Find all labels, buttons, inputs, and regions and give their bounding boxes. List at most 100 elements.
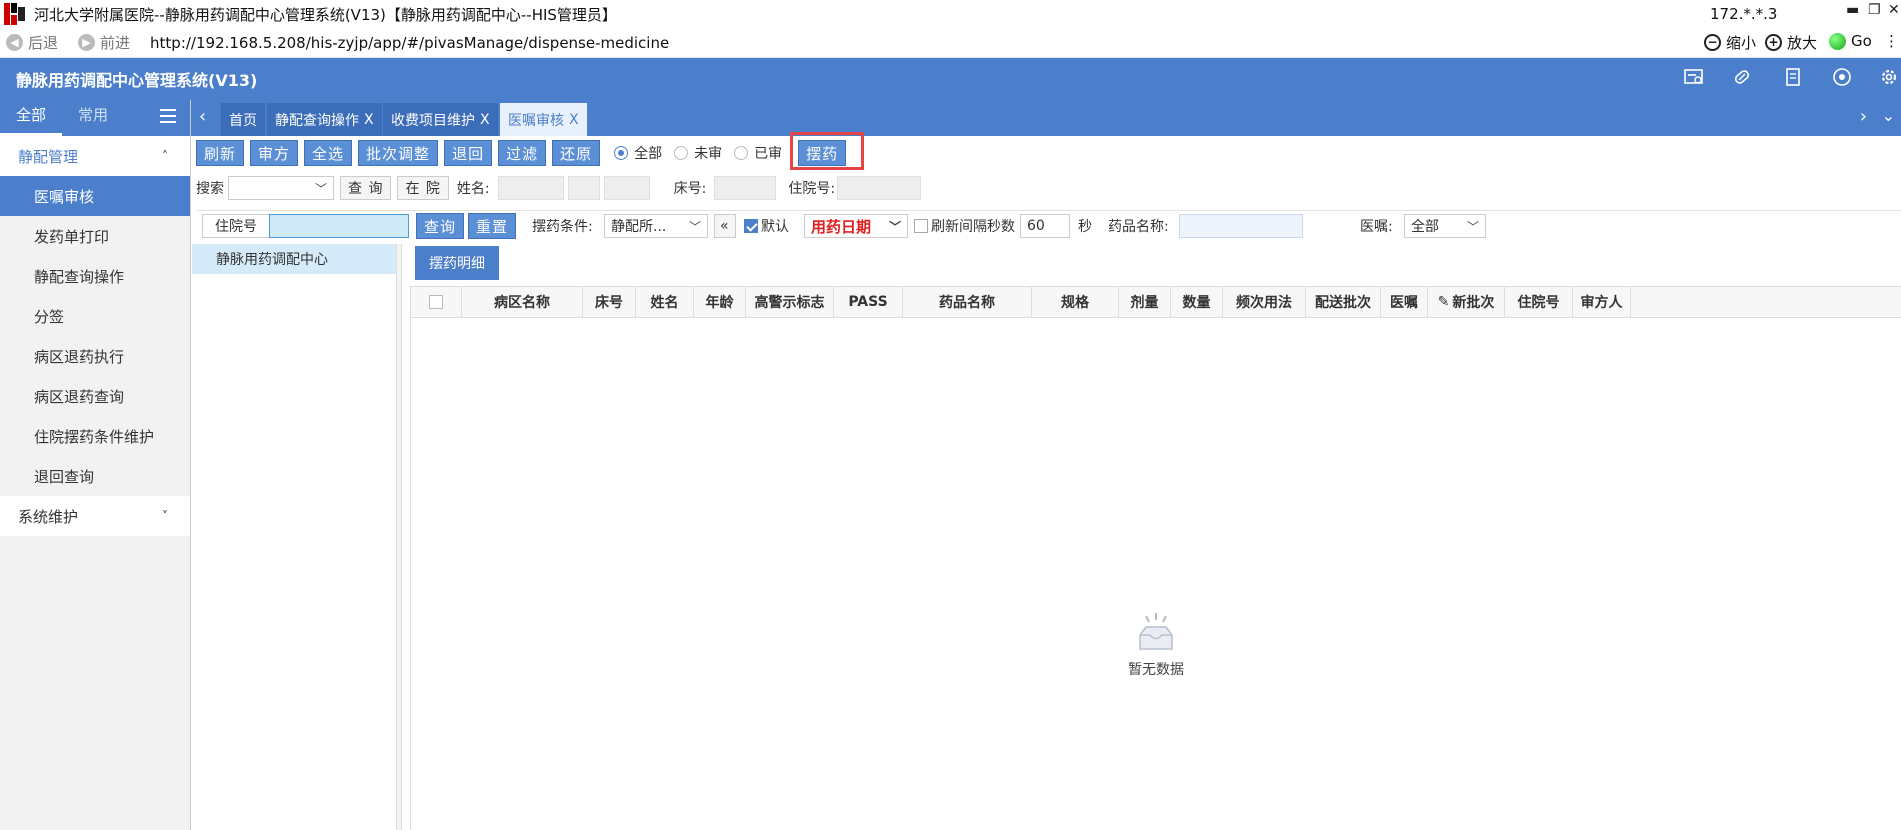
admission-field[interactable] <box>837 176 922 200</box>
filter-button[interactable]: 过滤 <box>498 140 547 166</box>
tab-label: 收费项目维护 <box>391 112 475 129</box>
collapse-button[interactable]: « <box>714 214 736 238</box>
sidebar-item-dispense-condition[interactable]: 住院摆药条件维护 <box>0 416 190 456</box>
column-header[interactable]: 规格 <box>1032 287 1119 317</box>
sidebar-item-dispense-print[interactable]: 发药单打印 <box>0 216 190 256</box>
tab-dropdown-icon[interactable]: ⌄ <box>1882 106 1895 125</box>
batch-adjust-button[interactable]: 批次调整 <box>358 140 439 166</box>
more-menu-button[interactable]: ⋮ <box>1884 32 1899 50</box>
tree-node[interactable]: 静脉用药调配中心 <box>192 244 396 274</box>
refresh-interval-checkbox[interactable]: 刷新间隔秒数 <box>914 214 1015 238</box>
sex-field[interactable] <box>567 176 600 200</box>
column-header[interactable]: 病区名称 <box>462 287 583 317</box>
radio-unreviewed[interactable]: 未审 <box>674 143 722 163</box>
panel-splitter[interactable] <box>397 244 402 830</box>
column-header[interactable]: 住院号 <box>1505 287 1573 317</box>
ward-tree: 静脉用药调配中心 <box>192 244 397 830</box>
pill-icon[interactable] <box>1731 68 1753 88</box>
dispense-button-highlight <box>790 132 864 170</box>
query-button[interactable]: 查 询 <box>340 176 392 200</box>
column-header[interactable]: 高警示标志 <box>746 287 834 317</box>
return-button[interactable]: 退回 <box>444 140 493 166</box>
age-field[interactable] <box>603 176 650 200</box>
go-button[interactable]: Go <box>1829 32 1872 50</box>
nav-group-pivas[interactable]: 静配管理 ˄ <box>0 136 190 176</box>
address-bar: ◀ 后退 ▶ 前进 http://192.168.5.208/his-zyjp/… <box>0 28 1901 58</box>
search-row-2: 住院号 查询 重置 摆药条件: 静配所... ﹀ « 默认 用药日期 ﹀ 刷新间… <box>196 210 1901 240</box>
seconds-label: 秒 <box>1078 219 1092 235</box>
window-titlebar: 河北大学附属医院--静脉用药调配中心管理系统(V13)【静脉用药调配中心--HI… <box>0 0 1901 28</box>
admission-no-input[interactable] <box>269 214 409 238</box>
column-header[interactable]: 配送批次 <box>1306 287 1381 317</box>
review-prescription-button[interactable]: 审方 <box>250 140 299 166</box>
tab-dispense-detail[interactable]: 摆药明细 <box>415 246 499 280</box>
order-type-select[interactable]: 全部 ﹀ <box>1404 214 1486 238</box>
column-header[interactable]: 医嘱 <box>1381 287 1428 317</box>
column-label: 新批次 <box>1452 295 1495 311</box>
zoom-in-button[interactable]: + 放大 <box>1765 32 1817 53</box>
radio-label: 已审 <box>754 146 783 162</box>
hamburger-menu-icon[interactable] <box>160 109 176 125</box>
admission-label: 住院号: <box>788 181 836 197</box>
document-icon[interactable] <box>1782 68 1804 88</box>
forward-button[interactable]: ▶ 前进 <box>78 32 130 53</box>
tab-query-operation[interactable]: 静配查询操作 X <box>267 103 382 136</box>
name-label: 姓名: <box>456 181 490 197</box>
checkbox-checked-icon <box>744 219 758 233</box>
column-header[interactable]: 药品名称 <box>903 287 1032 317</box>
drug-name-input[interactable] <box>1179 214 1303 238</box>
reset-button[interactable]: 重置 <box>468 213 517 239</box>
zoom-out-button[interactable]: − 缩小 <box>1704 32 1756 53</box>
nav-group-system[interactable]: 系统维护 ˅ <box>0 496 190 536</box>
radio-reviewed[interactable]: 已审 <box>734 143 782 163</box>
select-all-checkbox[interactable] <box>411 287 462 317</box>
close-window-button[interactable]: ✕ <box>1888 2 1900 18</box>
search-type-select[interactable]: ﹀ <box>228 176 334 200</box>
back-button[interactable]: ◀ 后退 <box>6 32 58 53</box>
sidebar-item-query-operation[interactable]: 静配查询操作 <box>0 256 190 296</box>
column-header[interactable]: 姓名 <box>636 287 694 317</box>
close-icon[interactable]: X <box>480 112 490 128</box>
restore-button[interactable]: 还原 <box>552 140 601 166</box>
sidebar-item-ward-return-query[interactable]: 病区退药查询 <box>0 376 190 416</box>
chevron-down-icon: ﹀ <box>314 181 327 196</box>
refresh-button[interactable]: 刷新 <box>196 140 245 166</box>
column-header[interactable]: 床号 <box>583 287 636 317</box>
tab-home[interactable]: 首页 <box>221 103 265 136</box>
refresh-seconds-input[interactable]: 60 <box>1020 214 1070 238</box>
tab-order-review[interactable]: 医嘱审核 X <box>500 103 587 136</box>
url-input[interactable]: http://192.168.5.208/his-zyjp/app/#/piva… <box>150 34 669 52</box>
column-header[interactable]: PASS <box>834 287 903 317</box>
sidebar-tab-common[interactable]: 常用 <box>62 100 124 136</box>
tab-scroll-right-icon[interactable]: › <box>1860 106 1867 127</box>
inpatient-button[interactable]: 在 院 <box>397 176 449 200</box>
close-icon[interactable]: X <box>364 112 374 128</box>
close-icon[interactable]: X <box>569 112 579 128</box>
column-header[interactable]: 剂量 <box>1119 287 1171 317</box>
new-batch-column-header[interactable]: ✎ 新批次 <box>1428 287 1505 317</box>
dispense-condition-select[interactable]: 静配所... ﹀ <box>604 214 708 238</box>
bed-field[interactable] <box>714 176 777 200</box>
sidebar-item-return-query[interactable]: 退回查询 <box>0 456 190 496</box>
tab-charge-items[interactable]: 收费项目维护 X <box>383 103 498 136</box>
default-checkbox[interactable]: 默认 <box>744 214 789 238</box>
medication-date-select[interactable]: 用药日期 ﹀ <box>804 214 908 238</box>
column-header[interactable]: 频次用法 <box>1223 287 1306 317</box>
select-all-button[interactable]: 全选 <box>304 140 353 166</box>
name-field[interactable] <box>497 176 564 200</box>
sidebar-item-order-review[interactable]: 医嘱审核 <box>0 176 190 216</box>
column-header[interactable]: 年龄 <box>694 287 746 317</box>
eye-icon[interactable] <box>1831 68 1853 88</box>
column-header[interactable]: 审方人 <box>1573 287 1631 317</box>
sidebar-item-label-split[interactable]: 分签 <box>0 296 190 336</box>
card-icon[interactable] <box>1683 68 1705 88</box>
sidebar-tab-all[interactable]: 全部 <box>0 100 63 136</box>
minimize-button[interactable]: ▬ <box>1846 2 1859 18</box>
sidebar-item-ward-return-exec[interactable]: 病区退药执行 <box>0 336 190 376</box>
radio-all[interactable]: 全部 <box>614 143 662 163</box>
tab-scroll-left-icon[interactable]: ‹ <box>199 106 206 127</box>
settings-icon[interactable] <box>1878 68 1900 88</box>
query-button[interactable]: 查询 <box>416 213 465 239</box>
column-header[interactable]: 数量 <box>1171 287 1223 317</box>
restore-button[interactable]: ❐ <box>1868 2 1881 18</box>
